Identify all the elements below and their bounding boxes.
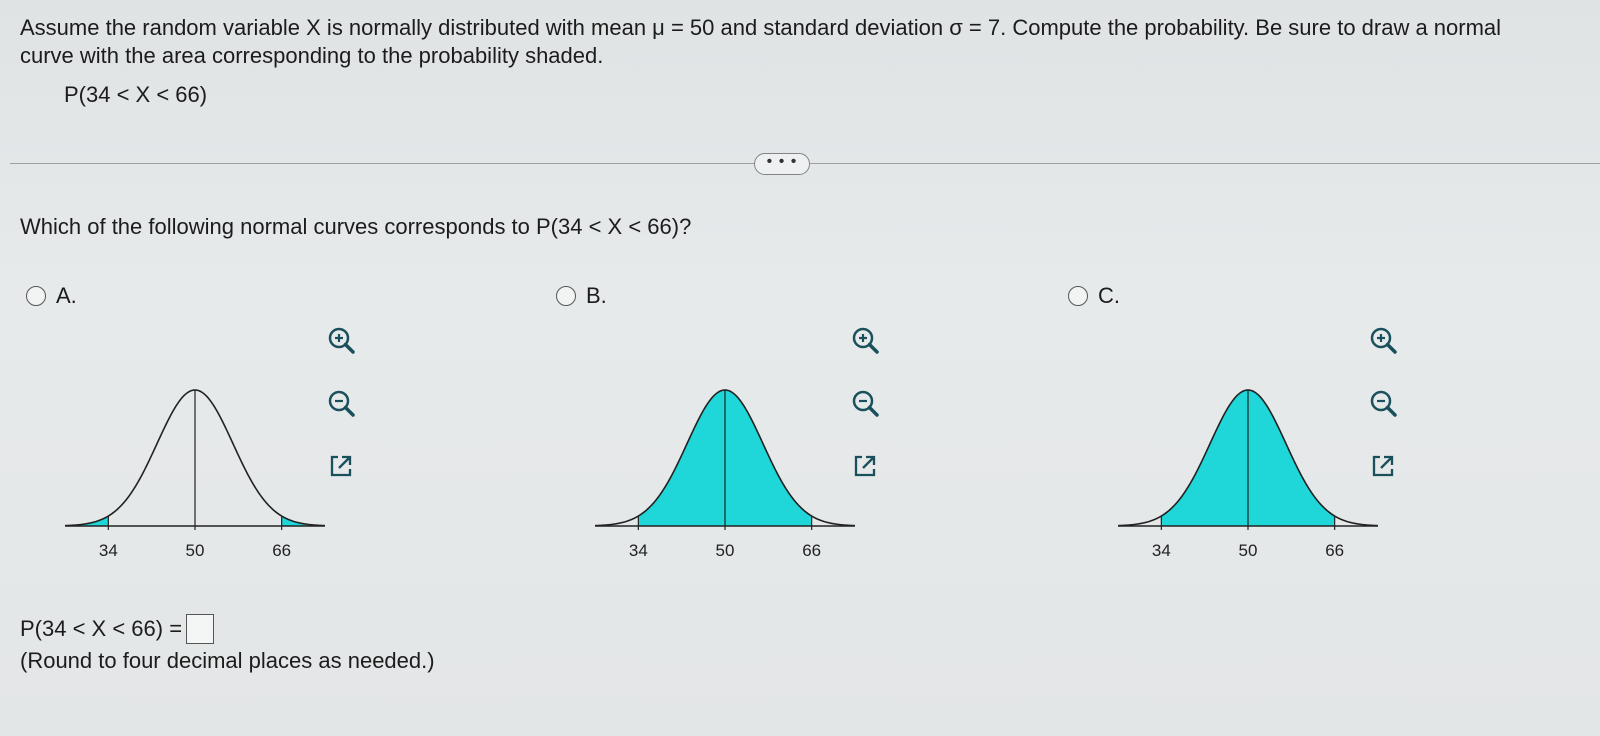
tick-label: 50 bbox=[1239, 541, 1258, 560]
option-c-normal-curve: 34 50 66 bbox=[1117, 389, 1379, 560]
option-b-label: B. bbox=[586, 283, 607, 308]
tick-label: 34 bbox=[99, 541, 118, 560]
problem-statement: Assume the random variable X is normally… bbox=[20, 14, 1590, 70]
zoom-out-icon[interactable] bbox=[326, 388, 356, 418]
option-c[interactable]: C. bbox=[1068, 283, 1120, 309]
question-text: Which of the following normal curves cor… bbox=[20, 214, 692, 239]
option-c-tools bbox=[1368, 325, 1398, 486]
option-b-tools bbox=[850, 325, 880, 486]
problem-line-2: curve with the area corresponding to the… bbox=[20, 43, 604, 68]
option-a-radio[interactable] bbox=[26, 286, 46, 306]
expand-icon[interactable] bbox=[326, 451, 356, 481]
option-a-tools bbox=[326, 325, 356, 486]
answer-row: P(34 < X < 66) = bbox=[20, 614, 215, 644]
answer-label: P(34 < X < 66) = bbox=[20, 616, 183, 641]
option-b-radio[interactable] bbox=[556, 286, 576, 306]
option-a[interactable]: A. bbox=[26, 283, 77, 309]
option-c-label: C. bbox=[1098, 283, 1120, 308]
zoom-in-icon[interactable] bbox=[850, 325, 880, 355]
expand-icon[interactable] bbox=[1368, 451, 1398, 481]
answer-input[interactable] bbox=[186, 614, 215, 644]
zoom-in-icon[interactable] bbox=[326, 325, 356, 355]
tick-label: 66 bbox=[272, 541, 291, 560]
expand-icon[interactable] bbox=[850, 451, 880, 481]
problem-line-1: Assume the random variable X is normally… bbox=[20, 15, 1502, 40]
rounding-note: (Round to four decimal places as needed.… bbox=[20, 648, 435, 673]
probability-expression: P(34 < X < 66) bbox=[64, 82, 208, 107]
zoom-in-icon[interactable] bbox=[1368, 325, 1398, 355]
tick-label: 50 bbox=[186, 541, 205, 560]
zoom-out-icon[interactable] bbox=[1368, 388, 1398, 418]
tick-label: 34 bbox=[629, 541, 648, 560]
tick-label: 50 bbox=[716, 541, 735, 560]
option-a-label: A. bbox=[56, 283, 77, 308]
tick-label: 34 bbox=[1152, 541, 1171, 560]
option-b-normal-curve: 34 50 66 bbox=[594, 389, 856, 560]
option-c-radio[interactable] bbox=[1068, 286, 1088, 306]
more-options-button[interactable]: • • • bbox=[754, 153, 810, 175]
option-b[interactable]: B. bbox=[556, 283, 607, 309]
tick-label: 66 bbox=[802, 541, 821, 560]
tick-label: 66 bbox=[1325, 541, 1344, 560]
zoom-out-icon[interactable] bbox=[850, 388, 880, 418]
option-a-normal-curve: 34 50 66 bbox=[64, 389, 326, 560]
